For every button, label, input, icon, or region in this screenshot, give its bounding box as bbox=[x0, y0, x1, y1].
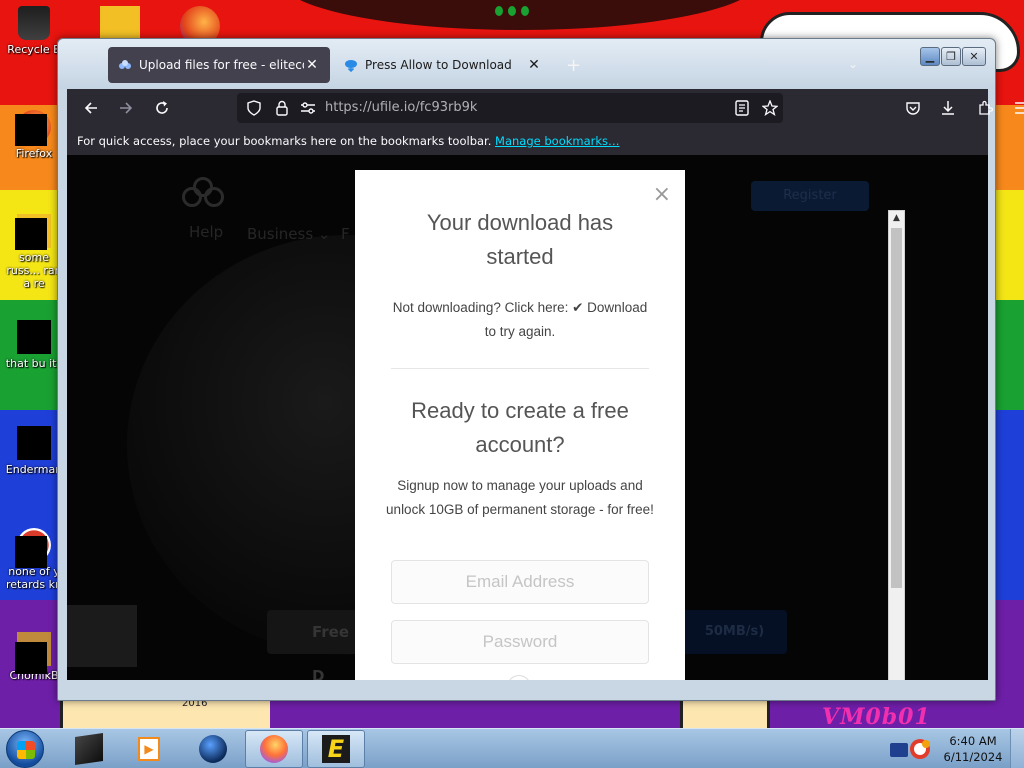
tab-close-icon[interactable]: ✕ bbox=[304, 57, 320, 73]
system-tray[interactable] bbox=[886, 731, 938, 767]
new-tab-button[interactable]: + bbox=[566, 55, 581, 76]
app-icon bbox=[15, 528, 51, 568]
download-modal: × Your download has started Not download… bbox=[355, 170, 685, 680]
folder-icon bbox=[17, 320, 51, 354]
wallpaper-shape bbox=[280, 0, 760, 30]
reload-icon[interactable] bbox=[152, 98, 172, 118]
show-desktop-button[interactable] bbox=[1010, 729, 1024, 768]
forward-icon[interactable] bbox=[116, 98, 136, 118]
scroll-up-icon[interactable]: ▲ bbox=[889, 211, 904, 226]
taskbar-clock[interactable]: 6:40 AM 6/11/2024 bbox=[940, 733, 1006, 765]
browser-window: Upload files for free - elitecode ✕ Pres… bbox=[57, 38, 1024, 701]
wallpaper-vm-text: VM0b01 bbox=[822, 704, 931, 728]
bookmark-star-icon[interactable] bbox=[761, 99, 779, 117]
e-app-icon: E bbox=[322, 735, 350, 763]
premium-download-button[interactable]: 50MB/s) bbox=[682, 610, 787, 654]
clock-date: 6/11/2024 bbox=[943, 750, 1003, 764]
try-again-text: to try again. bbox=[484, 324, 556, 339]
recycle-bin-icon bbox=[18, 6, 50, 40]
ufile-icon bbox=[118, 58, 132, 72]
page-content: Help Business ⌄ F Register Free D 50MB/s… bbox=[67, 155, 988, 680]
url-text: https://ufile.io/fc93rb9k bbox=[325, 100, 478, 115]
media-player-icon: ▶ bbox=[138, 737, 160, 761]
email-field[interactable]: Email Address bbox=[391, 560, 649, 604]
taskbar-pinned-media[interactable]: ▶ bbox=[120, 730, 178, 768]
ufile-logo[interactable] bbox=[182, 177, 232, 217]
navigation-toolbar: https://ufile.io/fc93rb9k bbox=[67, 89, 1024, 127]
firefox-icon bbox=[260, 735, 288, 763]
bookmarks-hint: For quick access, place your bookmarks h… bbox=[77, 134, 492, 148]
wallpaper-shape bbox=[680, 700, 770, 728]
back-icon[interactable] bbox=[81, 98, 101, 118]
permissions-icon[interactable] bbox=[299, 99, 317, 117]
modal-scrollbar[interactable]: ▲ ▼ bbox=[888, 210, 905, 680]
tab-press-allow[interactable]: Press Allow to Download ✕ bbox=[334, 47, 552, 83]
browser-globe-icon bbox=[199, 735, 227, 763]
signup-title-line1: Ready to create a free bbox=[411, 398, 629, 423]
bookmarks-toolbar: For quick access, place your bookmarks h… bbox=[67, 127, 988, 155]
taskbar: ▶ E 6:40 AM 6/11/2024 bbox=[0, 728, 1024, 768]
help-link[interactable]: Help bbox=[189, 223, 223, 241]
downloads-icon[interactable] bbox=[938, 98, 958, 118]
minimize-button[interactable]: ▁ bbox=[920, 47, 940, 66]
taskbar-pinned-cube[interactable] bbox=[60, 730, 118, 768]
signup-text-line1: Signup now to manage your uploads and bbox=[397, 478, 643, 493]
register-button[interactable]: Register bbox=[751, 181, 869, 211]
maximize-button[interactable]: ❐ bbox=[941, 47, 961, 66]
taskbar-pinned-globe[interactable] bbox=[184, 730, 242, 768]
windows-logo-icon bbox=[17, 741, 35, 759]
signup-text-line2: unlock 10GB of permanent storage - for f… bbox=[386, 502, 654, 517]
pocket-icon[interactable] bbox=[903, 98, 923, 118]
program-icon bbox=[17, 426, 51, 460]
password-field[interactable]: Password bbox=[391, 620, 649, 664]
start-button[interactable] bbox=[6, 730, 44, 768]
nav-business[interactable]: Business ⌄ bbox=[247, 225, 330, 243]
lock-icon[interactable] bbox=[273, 99, 291, 117]
recaptcha-badge bbox=[67, 605, 137, 667]
close-window-button[interactable]: ✕ bbox=[962, 47, 986, 66]
address-bar[interactable]: https://ufile.io/fc93rb9k bbox=[237, 93, 783, 123]
signup-title-line2: account? bbox=[475, 432, 565, 457]
modal-divider bbox=[391, 368, 649, 369]
wallpaper-shape bbox=[495, 6, 503, 16]
firefox-icon bbox=[15, 110, 51, 146]
not-downloading-text[interactable]: Not downloading? Click here: ✔ Download bbox=[385, 296, 655, 320]
cube-icon bbox=[75, 733, 103, 765]
tab-title: Press Allow to Download bbox=[365, 58, 512, 72]
wallpaper-shape bbox=[508, 6, 516, 16]
file-icon bbox=[15, 214, 51, 250]
free-download-button[interactable]: Free D bbox=[267, 610, 362, 680]
download-cloud-icon bbox=[344, 58, 358, 72]
reader-view-icon[interactable] bbox=[733, 99, 751, 117]
shield-icon[interactable] bbox=[245, 99, 263, 117]
wallpaper-shape bbox=[60, 700, 270, 728]
taskbar-firefox[interactable] bbox=[245, 730, 303, 768]
tab-upload-files[interactable]: Upload files for free - elitecode ✕ bbox=[108, 47, 330, 83]
terms-checkbox[interactable] bbox=[507, 675, 531, 680]
close-modal-button[interactable]: × bbox=[653, 184, 671, 206]
scrollbar-thumb[interactable] bbox=[891, 228, 902, 588]
clock-time: 6:40 AM bbox=[949, 734, 997, 748]
taskbar-e-app[interactable]: E bbox=[307, 730, 365, 768]
extensions-icon[interactable] bbox=[975, 98, 995, 118]
tab-title: Upload files for free - elitecode bbox=[139, 58, 304, 72]
modal-title-line1: Your download has bbox=[426, 210, 614, 235]
nav-features[interactable]: F bbox=[341, 225, 350, 243]
title-bar[interactable]: Upload files for free - elitecode ✕ Pres… bbox=[58, 39, 995, 89]
tab-close-icon[interactable]: ✕ bbox=[526, 57, 542, 73]
wallpaper-shape bbox=[521, 6, 529, 16]
menu-icon[interactable] bbox=[1011, 98, 1024, 118]
tray-network-icon bbox=[890, 739, 930, 759]
modal-title-line2: started bbox=[486, 244, 554, 269]
list-all-tabs-icon[interactable]: ⌄ bbox=[848, 57, 858, 71]
chomikbox-icon bbox=[15, 632, 51, 674]
manage-bookmarks-link[interactable]: Manage bookmarks… bbox=[495, 134, 620, 148]
